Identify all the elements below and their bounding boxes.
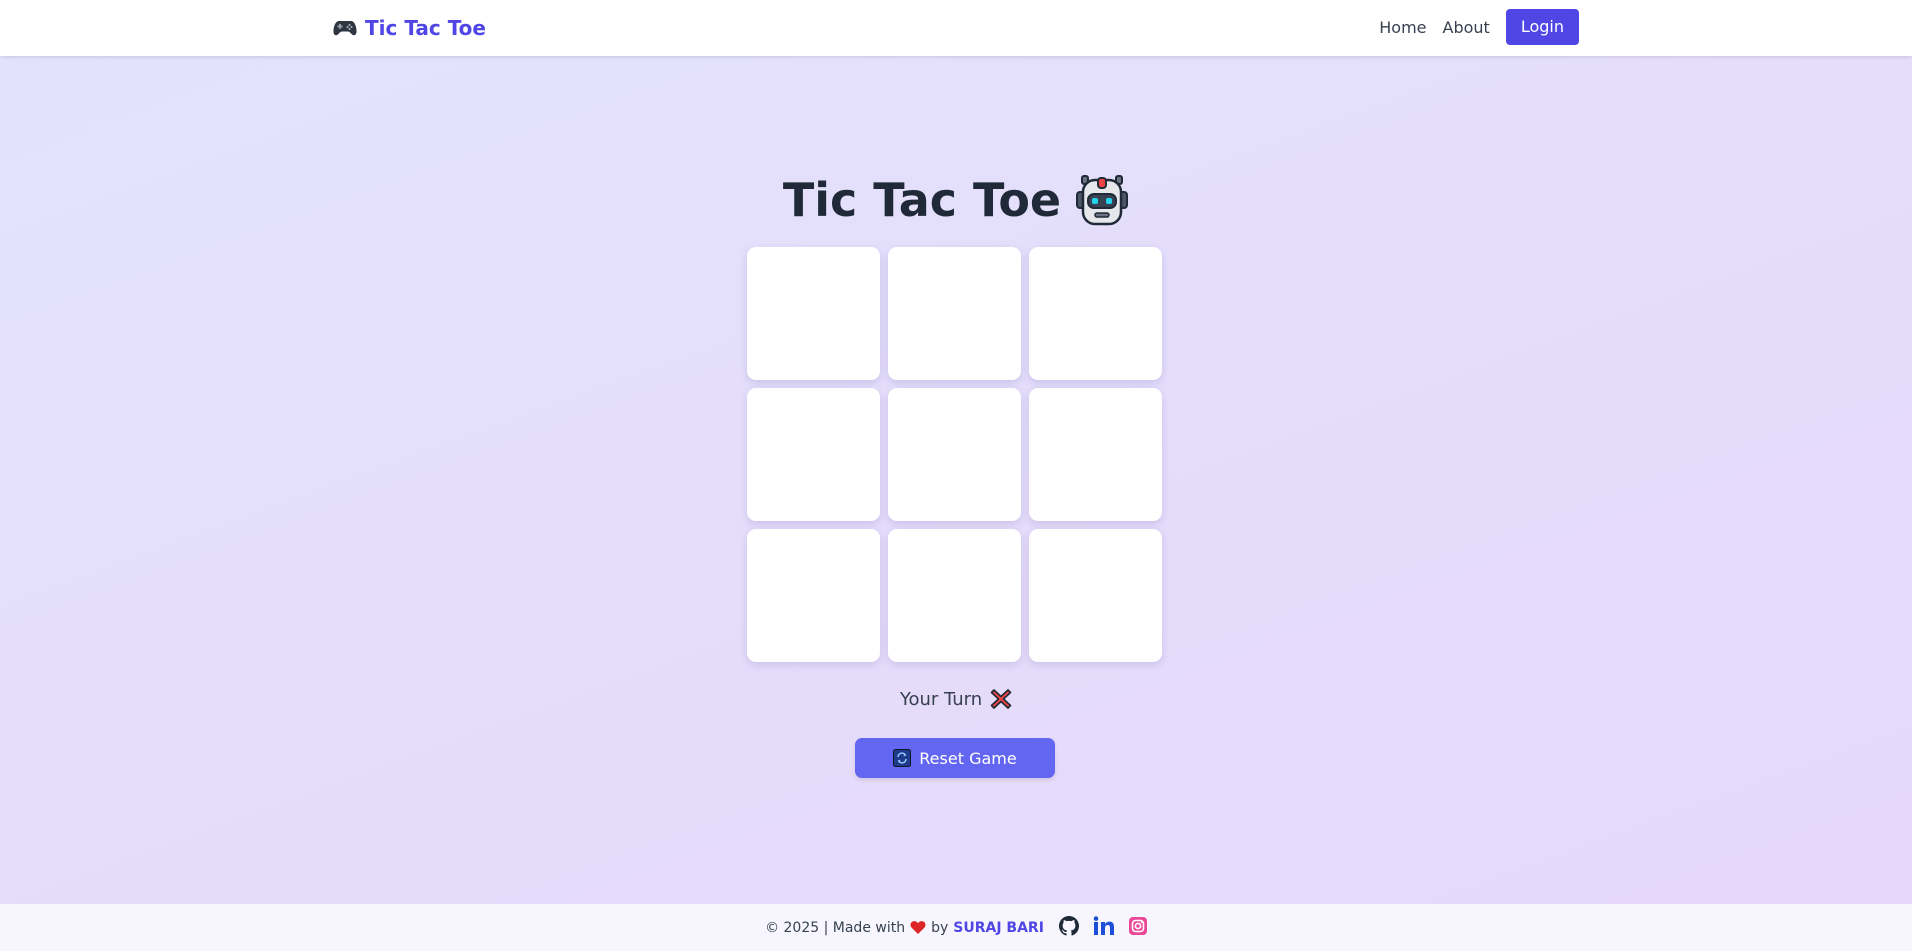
gamepad-icon <box>333 19 357 37</box>
nav-about-link[interactable]: About <box>1443 18 1490 37</box>
social-links <box>1058 915 1147 940</box>
board-cell-8[interactable] <box>888 529 1021 662</box>
brand-link[interactable]: Tic Tac Toe <box>333 14 486 42</box>
refresh-icon <box>893 749 912 767</box>
brand-title: Tic Tac Toe <box>365 16 486 40</box>
reset-game-button[interactable]: Reset Game <box>855 738 1055 778</box>
author-link[interactable]: SURAJ BARI <box>953 920 1044 936</box>
turn-status: Your Turn <box>0 688 1912 710</box>
footer-copyright: © 2025 | Made with <box>765 919 906 936</box>
instagram-icon[interactable] <box>1128 916 1147 939</box>
github-icon[interactable] <box>1058 915 1079 940</box>
footer-by: by <box>931 919 949 936</box>
board-cell-7[interactable] <box>747 529 880 662</box>
board-cell-9[interactable] <box>1029 529 1162 662</box>
board-cell-3[interactable] <box>1029 247 1162 380</box>
board-cell-4[interactable] <box>747 388 880 521</box>
login-button[interactable]: Login <box>1505 9 1579 45</box>
board-cell-6[interactable] <box>1029 388 1162 521</box>
board-cell-5[interactable] <box>888 388 1021 521</box>
navbar: Tic Tac Toe Home About Login <box>0 0 1912 56</box>
board-cell-2[interactable] <box>888 247 1021 380</box>
page-title: Tic Tac Toe <box>782 173 1062 227</box>
reset-game-label: Reset Game <box>919 748 1017 768</box>
x-mark-icon <box>990 688 1012 710</box>
board-cell-1[interactable] <box>747 247 880 380</box>
game-header: Tic Tac Toe <box>0 170 1912 230</box>
footer: © 2025 | Made with by SURAJ BARI <box>0 904 1912 951</box>
turn-status-text: Your Turn <box>899 688 983 710</box>
robot-icon <box>1075 172 1129 228</box>
nav-home-link[interactable]: Home <box>1379 18 1426 37</box>
nav-links: Home About Login <box>1379 9 1579 45</box>
game-board <box>747 247 1163 663</box>
linkedin-icon[interactable] <box>1093 915 1115 940</box>
heart-icon <box>910 920 926 935</box>
